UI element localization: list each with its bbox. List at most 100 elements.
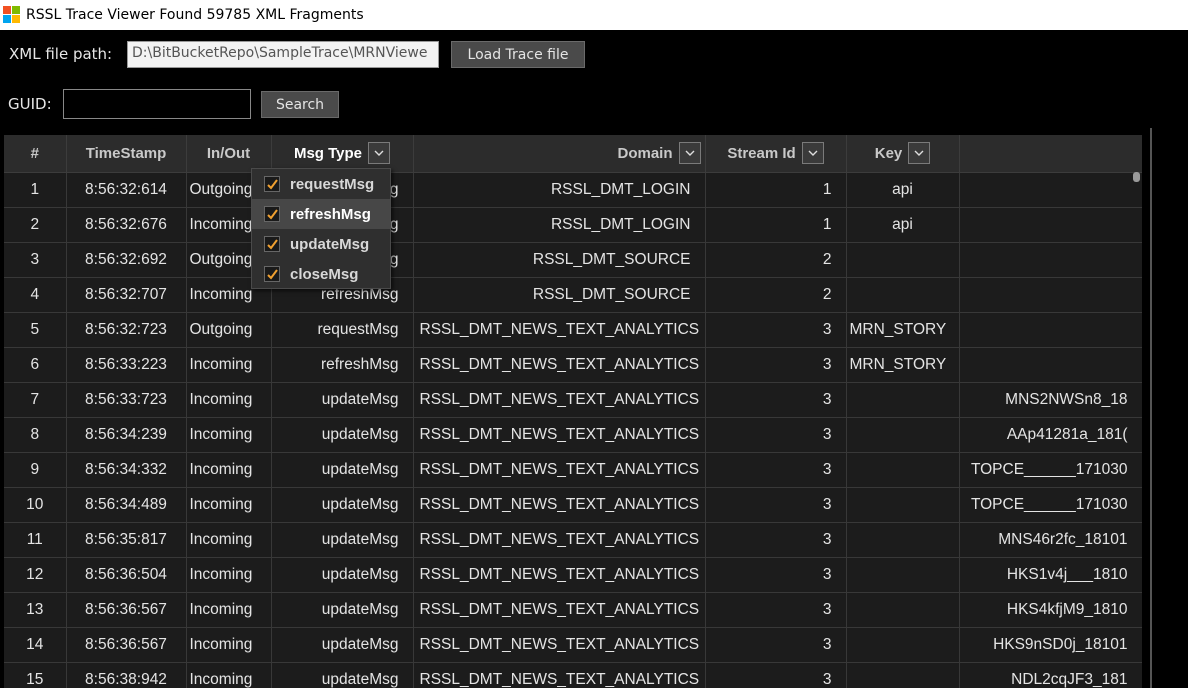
table-cell: Incoming: [186, 627, 272, 663]
xml-path-input[interactable]: D:\BitBucketRepo\SampleTrace\MRNViewe: [127, 41, 439, 68]
table-row[interactable]: 12 8:56:36:504 Incoming updateMsg RSSL_DMT_N…: [4, 557, 1142, 593]
table-cell: Outgoing: [186, 312, 272, 348]
load-trace-button[interactable]: Load Trace file: [451, 41, 585, 68]
domain-filter-chevron-down-icon[interactable]: [678, 142, 701, 165]
table-cell: 3: [705, 487, 847, 523]
table-row[interactable]: 11 8:56:35:817 Incoming updateMsg RSSL_DMT_N…: [4, 522, 1142, 558]
table-cell: [846, 557, 960, 593]
table-cell: updateMsg: [271, 592, 414, 628]
search-button[interactable]: Search: [261, 91, 339, 118]
table-row[interactable]: 38:56:32:692OutgoingrequestMsgRSSL_DMT_S…: [4, 242, 1142, 278]
msgtype-filter-item[interactable]: closeMsg: [252, 259, 390, 289]
guid-label: GUID:: [8, 95, 52, 113]
table-row[interactable]: 4 8:56:32:707 Incoming refreshMsg RSSL_DMT_S…: [4, 277, 1142, 313]
table-row[interactable]: 9 8:56:34:332 Incoming updateMsg RSSL_DMT_NE…: [4, 452, 1142, 488]
table-cell: Incoming: [186, 522, 272, 558]
table-cell: updateMsg: [271, 662, 414, 688]
table-cell: 12: [4, 557, 67, 593]
column-header-index[interactable]: #: [4, 135, 67, 173]
streamid-filter-chevron-down-icon[interactable]: [801, 142, 824, 165]
table-cell: AAp41281a_181(: [959, 417, 1142, 453]
table-cell: [846, 382, 960, 418]
table-cell: 3: [705, 592, 847, 628]
grid-right-border: [1150, 128, 1152, 688]
vertical-scrollbar-thumb[interactable]: [1133, 172, 1140, 182]
guid-input[interactable]: [63, 89, 251, 119]
table-cell: Incoming: [186, 347, 272, 383]
checkbox-icon[interactable]: [264, 176, 280, 192]
windows-logo-icon: [3, 6, 21, 24]
table-cell: 3: [705, 312, 847, 348]
table-cell: 8: [4, 417, 67, 453]
table-cell: 10: [4, 487, 67, 523]
table-cell: 8:56:34:489: [66, 487, 187, 523]
table-cell: [846, 627, 960, 663]
table-cell: updateMsg: [271, 382, 414, 418]
table-cell: 3: [705, 382, 847, 418]
column-header-streamid[interactable]: Stream Id: [705, 135, 847, 173]
table-cell: 8:56:36:504: [66, 557, 187, 593]
column-header-msgtype[interactable]: Msg Type: [271, 135, 414, 173]
table-cell: updateMsg: [271, 627, 414, 663]
table-cell: updateMsg: [271, 487, 414, 523]
msgtype-filter-label: updateMsg: [290, 235, 370, 253]
checkbox-icon[interactable]: [264, 266, 280, 282]
column-header-key[interactable]: Key: [846, 135, 960, 173]
checkbox-icon[interactable]: [264, 206, 280, 222]
table-cell: [959, 207, 1142, 243]
table-cell: TOPCE______171030: [959, 487, 1142, 523]
table-row[interactable]: 18:56:32:614OutgoingrequestMsgRSSL_DMT_L…: [4, 172, 1142, 208]
table-cell: 6: [4, 347, 67, 383]
table-cell: [846, 417, 960, 453]
msgtype-filter-item[interactable]: updateMsg: [252, 229, 390, 259]
table-cell: RSSL_DMT_NEWS_TEXT_ANALYTICS: [413, 417, 706, 453]
table-cell: 8:56:32:723: [66, 312, 187, 348]
table-cell: [959, 312, 1142, 348]
msgtype-filter-chevron-down-icon[interactable]: [368, 142, 391, 165]
table-row[interactable]: 13 8:56:36:567 Incoming updateMsg RSSL_DMT_N…: [4, 592, 1142, 628]
table-cell: refreshMsg: [271, 347, 414, 383]
grid-header-row: # TimeStamp In/Out Msg Type Domain Strea…: [4, 135, 1142, 173]
msgtype-filter-item[interactable]: requestMsg: [252, 169, 390, 199]
table-cell: [846, 522, 960, 558]
column-header-timestamp[interactable]: TimeStamp: [66, 135, 187, 173]
table-cell: 8:56:38:942: [66, 662, 187, 688]
table-cell: RSSL_DMT_NEWS_TEXT_ANALYTICS: [413, 452, 706, 488]
title-bar: RSSL Trace Viewer Found 59785 XML Fragme…: [0, 0, 1188, 30]
msgtype-filter-label: refreshMsg: [290, 205, 371, 223]
column-header-extra[interactable]: [959, 135, 1142, 173]
table-cell: RSSL_DMT_NEWS_TEXT_ANALYTICS: [413, 347, 706, 383]
table-cell: 3: [705, 452, 847, 488]
table-row[interactable]: 15 8:56:38:942 Incoming updateMsg RSSL_DMT_N…: [4, 662, 1142, 688]
table-cell: RSSL_DMT_NEWS_TEXT_ANALYTICS: [413, 382, 706, 418]
table-cell: api: [846, 207, 960, 243]
table-cell: 8:56:32:614: [66, 172, 187, 208]
checkbox-icon[interactable]: [264, 236, 280, 252]
table-cell: HKS1v4j___1810: [959, 557, 1142, 593]
table-row[interactable]: 28:56:32:676IncomingrefreshMsgRSSL_DMT_L…: [4, 207, 1142, 243]
table-cell: 13: [4, 592, 67, 628]
table-cell: [959, 172, 1142, 208]
table-cell: Incoming: [186, 452, 272, 488]
table-cell: [846, 592, 960, 628]
table-cell: 7: [4, 382, 67, 418]
table-row[interactable]: 7 8:56:33:723 Incoming updateMsg RSSL_DMT_NE…: [4, 382, 1142, 418]
table-cell: MNS2NWSn8_18: [959, 382, 1142, 418]
table-row[interactable]: 14 8:56:36:567 Incoming updateMsg RSSL_DMT_N…: [4, 627, 1142, 663]
table-cell: 1: [705, 207, 847, 243]
column-header-domain[interactable]: Domain: [413, 135, 706, 173]
table-cell: 3: [705, 627, 847, 663]
table-cell: requestMsg: [271, 312, 414, 348]
table-cell: 3: [705, 347, 847, 383]
table-cell: TOPCE______171030: [959, 452, 1142, 488]
table-row[interactable]: 10 8:56:34:489 Incoming updateMsg RSSL_DMT_N…: [4, 487, 1142, 523]
key-filter-chevron-down-icon[interactable]: [908, 142, 931, 165]
table-cell: 11: [4, 522, 67, 558]
table-row[interactable]: 8 8:56:34:239 Incoming updateMsg RSSL_DMT_NE…: [4, 417, 1142, 453]
table-cell: Incoming: [186, 592, 272, 628]
msgtype-filter-item[interactable]: refreshMsg: [252, 199, 390, 229]
column-header-inout[interactable]: In/Out: [186, 135, 272, 173]
table-row[interactable]: 6 8:56:33:223 Incoming refreshMsg RSSL_DMT_N…: [4, 347, 1142, 383]
table-cell: RSSL_DMT_NEWS_TEXT_ANALYTICS: [413, 557, 706, 593]
table-row[interactable]: 5 8:56:32:723 Outgoing requestMsg RSSL_DMT_N…: [4, 312, 1142, 348]
